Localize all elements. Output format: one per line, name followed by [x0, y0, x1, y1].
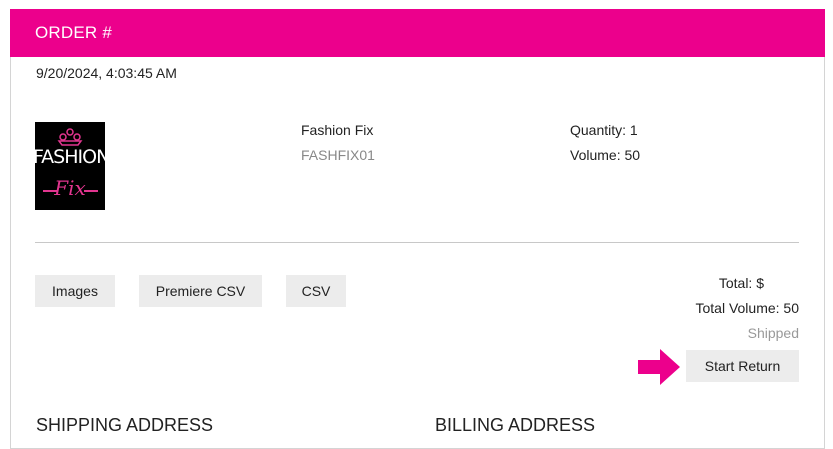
order-status: Shipped — [747, 325, 799, 341]
product-volume: Volume: 50 — [570, 147, 641, 163]
product-sku: FASHFIX01 — [301, 147, 375, 163]
order-total-volume: Total Volume: 50 — [695, 300, 799, 316]
order-date: 9/20/2024, 4:03:45 AM — [36, 65, 177, 81]
logo-line-right — [84, 190, 98, 192]
images-button[interactable]: Images — [35, 275, 115, 307]
divider — [35, 242, 799, 243]
premiere-csv-button[interactable]: Premiere CSV — [139, 275, 262, 307]
csv-button[interactable]: CSV — [286, 275, 346, 307]
order-total: Total: $ — [718, 275, 764, 291]
logo-subtext: Fix — [54, 176, 86, 200]
order-title: ORDER # — [35, 23, 112, 42]
product-quantity: Quantity: 1 — [570, 122, 638, 138]
order-header: ORDER # — [10, 9, 825, 57]
product-name: Fashion Fix — [301, 122, 374, 138]
start-return-button[interactable]: Start Return — [686, 350, 799, 382]
billing-address-heading: BILLING ADDRESS — [435, 415, 596, 435]
product-image: FASHION Fix — [35, 122, 105, 210]
shipping-address-heading: SHIPPING ADDRESS — [36, 415, 214, 435]
arrow-right-icon — [638, 349, 680, 385]
logo-text: FASHION — [35, 146, 105, 168]
